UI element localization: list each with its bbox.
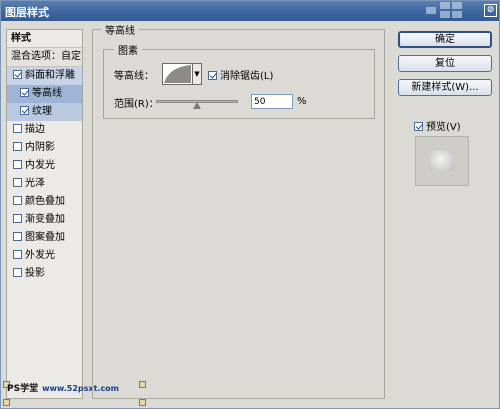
close-button[interactable]: ⊘: [484, 4, 497, 17]
antialias-checkbox[interactable]: [208, 71, 217, 80]
checkbox-gradient-overlay[interactable]: [13, 214, 22, 223]
style-item-texture[interactable]: 纹理: [7, 103, 82, 121]
range-unit: %: [297, 96, 307, 107]
antialias-checkbox-wrap[interactable]: 消除锯齿(L): [208, 67, 273, 82]
style-item-label: 等高线: [32, 88, 62, 99]
styles-header[interactable]: 样式: [7, 30, 82, 48]
style-items: 斜面和浮雕等高线纹理描边内阴影内发光光泽颜色叠加渐变叠加图案叠加外发光投影: [7, 67, 82, 283]
style-item-label: 图案叠加: [25, 232, 65, 243]
checkbox-texture[interactable]: [20, 106, 29, 115]
style-item-satin[interactable]: 光泽: [7, 175, 82, 193]
style-item-label: 内发光: [25, 160, 55, 171]
preview-label: 预览(V): [426, 122, 461, 133]
dialog-body: 样式 混合选项：自定 斜面和浮雕 等高线 纹理 描边 内阴影 内发光 光泽 颜色叠加 渐变叠加图…: [1, 21, 499, 408]
style-item-contour[interactable]: 等高线: [7, 85, 82, 103]
checkbox-color-overlay[interactable]: [13, 196, 22, 205]
title-bar[interactable]: 图层样式 ⊘: [1, 1, 499, 21]
elements-group-title: 图素: [114, 42, 142, 57]
blending-options-item[interactable]: 混合选项：自定: [7, 48, 82, 67]
title-decoration: [396, 1, 476, 21]
contour-group-title: 等高线: [101, 22, 139, 37]
style-item-stroke[interactable]: 描边: [7, 121, 82, 139]
contour-label: 等高线：: [114, 71, 154, 82]
style-item-outer-glow[interactable]: 外发光: [7, 247, 82, 265]
style-item-label: 纹理: [32, 106, 52, 117]
checkbox-contour[interactable]: [20, 88, 29, 97]
corner-handle-br: [139, 399, 146, 406]
style-item-label: 描边: [25, 124, 45, 135]
checkbox-stroke[interactable]: [13, 124, 22, 133]
antialias-label: 消除锯齿(L): [220, 71, 274, 82]
style-item-pattern-overlay[interactable]: 图案叠加: [7, 229, 82, 247]
style-item-inner-shadow[interactable]: 内阴影: [7, 139, 82, 157]
style-item-label: 颜色叠加: [25, 196, 65, 207]
range-label: 范围(R)：: [114, 99, 159, 110]
style-item-inner-glow[interactable]: 内发光: [7, 157, 82, 175]
checkbox-outer-glow[interactable]: [13, 250, 22, 259]
contour-group: 等高线 图素 等高线： ▼ 消除锯齿(L) 范围(R)： %: [92, 22, 385, 399]
style-item-gradient-overlay[interactable]: 渐变叠加: [7, 211, 82, 229]
contour-dropdown-button[interactable]: ▼: [192, 63, 202, 85]
checkbox-inner-shadow[interactable]: [13, 142, 22, 151]
style-item-label: 光泽: [25, 178, 45, 189]
style-item-bevel-emboss[interactable]: 斜面和浮雕: [7, 67, 82, 85]
corner-handle-bl: [3, 399, 10, 406]
checkbox-bevel-emboss[interactable]: [13, 70, 22, 79]
style-preview: [415, 136, 469, 186]
checkbox-pattern-overlay[interactable]: [13, 232, 22, 241]
style-item-label: 渐变叠加: [25, 214, 65, 225]
elements-group: 图素 等高线： ▼ 消除锯齿(L) 范围(R)： %: [103, 42, 375, 119]
checkbox-satin[interactable]: [13, 178, 22, 187]
new-style-button[interactable]: 新建样式(W)...: [398, 79, 492, 96]
preview-toggle[interactable]: 预览(V): [414, 118, 461, 133]
style-item-label: 斜面和浮雕: [25, 70, 75, 81]
style-item-label: 投影: [25, 268, 45, 279]
checkbox-inner-glow[interactable]: [13, 160, 22, 169]
checkbox-drop-shadow[interactable]: [13, 268, 22, 277]
layer-style-dialog: 图层样式 ⊘ 样式 混合选项：自定 斜面和浮雕 等高线 纹理 描边 内阴影 内发光 光泽 颜色…: [0, 0, 500, 409]
range-input[interactable]: [251, 94, 293, 109]
dialog-title: 图层样式: [5, 6, 49, 19]
style-item-label: 内阴影: [25, 142, 55, 153]
watermark-logo: PS学堂: [7, 384, 39, 394]
range-slider-thumb[interactable]: [193, 102, 201, 109]
reset-button[interactable]: 复位: [398, 55, 492, 72]
preview-swatch: [430, 151, 454, 171]
style-list: 样式 混合选项：自定 斜面和浮雕等高线纹理描边内阴影内发光光泽颜色叠加渐变叠加图…: [6, 29, 83, 399]
preview-checkbox[interactable]: [414, 122, 423, 131]
style-item-label: 外发光: [25, 250, 55, 261]
style-item-color-overlay[interactable]: 颜色叠加: [7, 193, 82, 211]
style-item-drop-shadow[interactable]: 投影: [7, 265, 82, 283]
ok-button[interactable]: 确定: [398, 31, 492, 48]
